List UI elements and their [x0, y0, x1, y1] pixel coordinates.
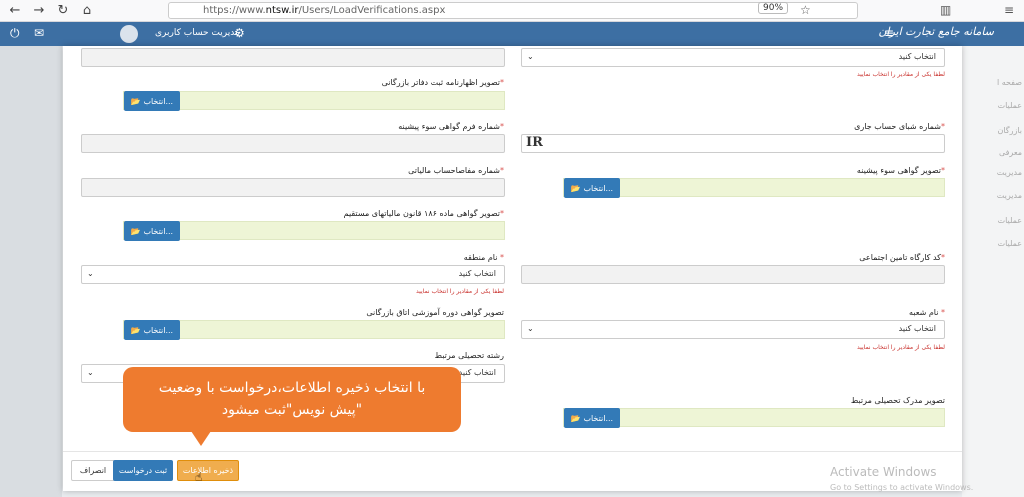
article186-upload: 📂 انتخاب...	[123, 221, 505, 241]
logo: سامانه جامع تجارت ایران	[878, 25, 994, 38]
sheba-input[interactable]: IR	[521, 134, 945, 153]
upload-button[interactable]: 📂 انتخاب...	[564, 408, 620, 428]
reload-icon[interactable]: ↻	[54, 2, 72, 20]
url-path: /Users/LoadVerifications.aspx	[298, 5, 446, 16]
zoom-level[interactable]: 90%	[758, 2, 789, 14]
select-value: انتخاب کنید	[458, 269, 496, 278]
url-prefix: https://www.	[203, 5, 266, 16]
tax-form-input[interactable]	[81, 134, 505, 153]
callout-line-2: "پیش نویس"ثبت میشود	[221, 402, 363, 418]
criminal-record-label: *تصویر گواهی سوء پیشینه	[856, 166, 945, 175]
upload-button[interactable]: 📂 انتخاب...	[124, 320, 180, 340]
sheba-value: IR	[526, 135, 543, 150]
sidebar-item[interactable]: بازرگان	[997, 126, 1022, 135]
training-cert-upload: 📂 انتخاب...	[123, 320, 505, 340]
tax-form-label: *شماره فرم گواهی سوء پیشینه	[398, 122, 504, 131]
address-bar[interactable]: https://www.ntsw.ir/Users/LoadVerificati…	[168, 2, 858, 19]
activate-windows-subtitle: Go to Settings to activate Windows.	[830, 483, 974, 492]
top-left-field[interactable]	[81, 48, 505, 67]
commerce-doc-label: *تصویر اظهارنامه ثبت دفاتر بازرگانی	[381, 78, 504, 87]
cancel-button[interactable]: انصراف	[71, 460, 115, 481]
account-management-link[interactable]: مدیریت حساب کاربری	[155, 28, 240, 38]
avatar[interactable]	[120, 25, 138, 43]
branch-select[interactable]: انتخاب کنید ⌄	[521, 320, 945, 339]
insurance-label: *کد کارگاه تامین اجتماعی	[859, 253, 945, 262]
home-icon[interactable]: ⌂	[78, 2, 96, 20]
validation-hint: لطفا یکی از مقادیر را انتخاب نمایید	[416, 288, 504, 295]
top-select[interactable]: انتخاب کنید ⌄	[521, 48, 945, 67]
education-doc-upload: 📂 انتخاب...	[563, 408, 945, 428]
chevron-down-icon: ⌄	[87, 269, 94, 278]
upload-button[interactable]: 📂 انتخاب...	[124, 221, 180, 241]
forward-icon[interactable]: →	[30, 2, 48, 20]
education-doc-label: تصویر مدرک تحصیلی مرتبط	[850, 396, 945, 405]
save-info-button[interactable]: ذخیره اطلاعات	[177, 460, 239, 481]
education-field-label: رشته تحصیلی مرتبط	[434, 351, 504, 360]
criminal-record-upload: 📂 انتخاب...	[563, 178, 945, 198]
select-value: انتخاب کنید	[898, 324, 936, 333]
upload-button[interactable]: 📂 انتخاب...	[124, 91, 180, 111]
settings-icon[interactable]: ⚙	[234, 26, 245, 40]
validation-hint: لطفا یکی از مقادیر را انتخاب نمایید	[857, 71, 945, 78]
instruction-callout: با انتخاب ذخیره اطلاعات،درخواست با وضعیت…	[123, 367, 461, 446]
sheba-label: *شماره شبای حساب جاری	[854, 122, 945, 131]
sidebar-item[interactable]: عملیات	[998, 101, 1022, 110]
url-domain: ntsw.ir	[265, 5, 299, 16]
sidebar-item[interactable]: معرفی	[999, 148, 1022, 157]
chevron-down-icon: ⌄	[527, 52, 534, 61]
submit-request-button[interactable]: ثبت درخواست	[113, 460, 173, 481]
training-cert-label: تصویر گواهی دوره آموزشی اتاق بازرگانی	[366, 308, 504, 317]
left-background	[0, 46, 62, 497]
commerce-doc-upload: 📂 انتخاب...	[123, 91, 505, 111]
chevron-down-icon: ⌄	[527, 324, 534, 333]
tax-account-label: *شماره مفاصاحساب مالیاتی	[408, 166, 504, 175]
insurance-input[interactable]	[521, 265, 945, 284]
hand-cursor-icon: ☝	[195, 470, 203, 484]
upload-button[interactable]: 📂 انتخاب...	[564, 178, 620, 198]
sidebar-item[interactable]: عملیات	[998, 239, 1022, 248]
tax-account-input[interactable]	[81, 178, 505, 197]
branch-label: * نام شعبه	[909, 308, 945, 317]
menu-icon[interactable]: ≡	[1004, 3, 1014, 17]
select-value: انتخاب کنید	[898, 52, 936, 61]
select-value: انتخاب کنید	[458, 368, 496, 377]
sidebar: صفحه ا عملیات بازرگان معرفی مدیریت مدیری…	[962, 46, 1024, 497]
validation-hint: لطفا یکی از مقادیر را انتخاب نمایید	[857, 344, 945, 351]
region-select[interactable]: انتخاب کنید ⌄	[81, 265, 505, 284]
bookmark-icon[interactable]: ☆	[800, 3, 811, 17]
article186-label: *تصویر گواهی ماده ۱۸۶ قانون مالیاتهای مس…	[343, 209, 504, 218]
callout-line-1: با انتخاب ذخیره اطلاعات،درخواست با وضعیت	[158, 380, 426, 396]
power-icon[interactable]: ⏻	[10, 26, 20, 41]
sidebar-item[interactable]: مدیریت	[997, 191, 1022, 200]
back-icon[interactable]: ←	[6, 2, 24, 20]
sidebar-item[interactable]: صفحه ا	[997, 78, 1022, 87]
app-header: ⏻ ✉ مدیریت حساب کاربری ⚙ ≡ سامانه جامع ت…	[0, 22, 1024, 46]
library-icon[interactable]: ▥	[940, 3, 951, 17]
chevron-down-icon: ⌄	[87, 368, 94, 377]
activate-windows-title: Activate Windows	[830, 465, 937, 479]
region-label: * نام منطقه	[463, 253, 504, 262]
sidebar-item[interactable]: مدیریت	[997, 168, 1022, 177]
mail-icon[interactable]: ✉	[34, 26, 44, 40]
sidebar-item[interactable]: عملیات	[998, 216, 1022, 225]
browser-toolbar: ← → ↻ ⌂ https://www.ntsw.ir/Users/LoadVe…	[0, 0, 1024, 22]
